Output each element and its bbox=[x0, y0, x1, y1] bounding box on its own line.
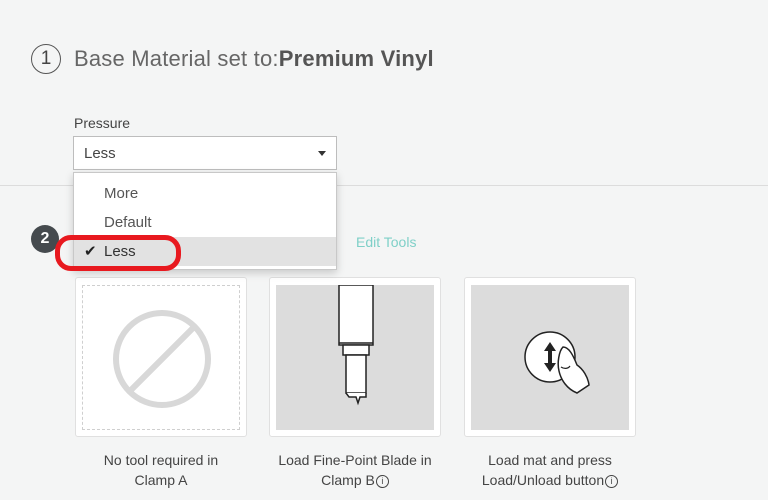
step-1-header: 1 Base Material set to:Premium Vinyl bbox=[31, 44, 434, 74]
step-1-title: Base Material set to:Premium Vinyl bbox=[74, 46, 434, 72]
fine-point-blade-icon bbox=[338, 284, 374, 406]
caption-line-2: Load/Unload button bbox=[481, 472, 605, 488]
pressure-label: Pressure bbox=[74, 115, 131, 131]
option-label: Default bbox=[104, 214, 152, 231]
caption-line-1: Load Fine-Point Blade in bbox=[278, 452, 432, 468]
load-mat-caption: Load mat and press Load/Unload button i bbox=[464, 450, 636, 490]
clamp-b-caption: Load Fine-Point Blade in Clamp Bi bbox=[269, 450, 441, 490]
pressure-select[interactable]: Less bbox=[73, 136, 337, 170]
pressure-selected-value: Less bbox=[84, 144, 116, 162]
clamp-b-card bbox=[269, 277, 441, 437]
clamp-a-image bbox=[82, 285, 240, 430]
edit-tools-link[interactable]: Edit Tools bbox=[356, 234, 416, 250]
caption-line-1: No tool required in bbox=[103, 452, 219, 468]
caption-line-1: Load mat and press bbox=[488, 452, 612, 468]
annotation-highlight bbox=[55, 235, 181, 271]
clamp-a-card bbox=[75, 277, 247, 437]
step-1-number: 1 bbox=[31, 44, 61, 74]
clamp-b-image bbox=[276, 284, 434, 430]
caption-line-2-row: Load/Unload button i bbox=[464, 470, 636, 490]
load-mat-card bbox=[464, 277, 636, 437]
caption-line-2: Clamp A bbox=[134, 472, 188, 488]
load-unload-button-icon bbox=[524, 331, 590, 394]
load-mat-image bbox=[471, 285, 629, 430]
caption-line-2-row: Clamp Bi bbox=[269, 470, 441, 490]
base-material-name: Premium Vinyl bbox=[278, 46, 434, 71]
caret-down-icon bbox=[318, 150, 326, 156]
pressure-option-more[interactable]: More bbox=[74, 179, 336, 208]
info-icon[interactable]: i bbox=[375, 474, 389, 488]
step-1-title-prefix: Base Material set to: bbox=[74, 46, 279, 71]
pressure-option-default[interactable]: Default bbox=[74, 208, 336, 237]
option-label: More bbox=[104, 185, 139, 202]
info-icon[interactable]: i bbox=[605, 474, 619, 488]
caption-line-2: Clamp B bbox=[321, 472, 375, 488]
no-tool-icon bbox=[113, 310, 211, 408]
clamp-a-caption: No tool required in Clamp A bbox=[75, 450, 247, 490]
